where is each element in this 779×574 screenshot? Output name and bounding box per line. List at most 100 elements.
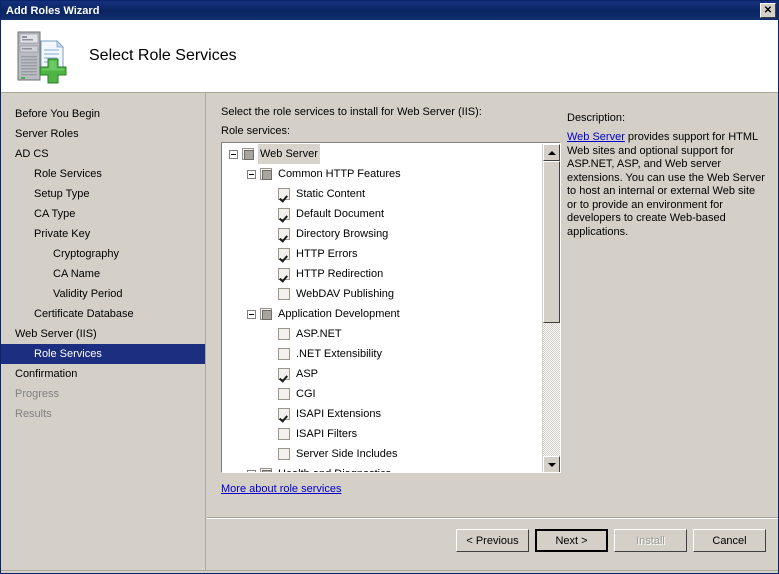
treeview-row[interactable]: Application Development [223,304,543,324]
treeview-row[interactable]: CGI [223,384,543,404]
sidebar-item-confirmation[interactable]: Confirmation [1,364,205,384]
checkbox-partial-icon[interactable] [260,308,272,320]
treeview-row-label: Static Content [294,184,367,204]
role-services-treeview[interactable]: Web ServerCommon HTTP FeaturesStatic Con… [221,142,561,473]
treeview-row-label: HTTP Errors [294,244,360,264]
tree-spacer [265,190,274,199]
sidebar-item-label: Certificate Database [34,308,134,320]
previous-button[interactable]: < Previous [456,529,529,552]
sidebar-item-label: CA Type [34,208,75,220]
sidebar-item-validity-period[interactable]: Validity Period [1,284,205,304]
scrollbar-track[interactable] [543,161,560,456]
sidebar-item-label: Before You Begin [15,108,100,120]
checkbox-unchecked-icon[interactable] [278,328,290,340]
button-label: Install [636,535,665,547]
treeview-row-label: Default Document [294,204,386,224]
checkbox-checked-icon[interactable] [278,248,290,260]
treeview-row[interactable]: Server Side Includes [223,444,543,464]
collapse-minus-icon[interactable] [229,150,238,159]
checkbox-checked-icon[interactable] [278,268,290,280]
treeview-row[interactable]: WebDAV Publishing [223,284,543,304]
sidebar-item-private-key[interactable]: Private Key [1,224,205,244]
treeview-items: Web ServerCommon HTTP FeaturesStatic Con… [223,144,543,473]
sidebar-item-label: Progress [15,388,59,400]
sidebar-item-server-roles[interactable]: Server Roles [1,124,205,144]
treeview-scrollbar[interactable] [542,144,559,473]
arrow-up-icon[interactable] [543,144,560,161]
treeview-row[interactable]: Health and Diagnostics [223,464,543,473]
collapse-minus-icon[interactable] [247,170,256,179]
checkbox-checked-icon[interactable] [278,188,290,200]
sidebar-item-certificate-database[interactable]: Certificate Database [1,304,205,324]
tree-spacer [265,270,274,279]
treeview-row-label: Server Side Includes [294,444,400,464]
description-title: Description: [567,112,767,124]
sidebar-item-label: Role Services [34,168,102,180]
tree-spacer [265,430,274,439]
checkbox-unchecked-icon[interactable] [278,388,290,400]
sidebar-item-role-services[interactable]: Role Services [1,164,205,184]
treeview-row-label: .NET Extensibility [294,344,384,364]
checkbox-unchecked-icon[interactable] [278,288,290,300]
sidebar-item-label: Server Roles [15,128,79,140]
checkbox-unchecked-icon[interactable] [278,428,290,440]
treeview-row[interactable]: Static Content [223,184,543,204]
checkbox-checked-icon[interactable] [278,368,290,380]
sidebar-item-role-services[interactable]: Role Services [1,344,205,364]
treeview-row-label: ASP [294,364,320,384]
sidebar-item-ad-cs[interactable]: AD CS [1,144,205,164]
sidebar-item-ca-type[interactable]: CA Type [1,204,205,224]
wizard-header: Select Role Services [1,20,778,93]
checkbox-checked-icon[interactable] [278,228,290,240]
checkbox-unchecked-icon[interactable] [278,448,290,460]
tree-spacer [265,230,274,239]
checkbox-partial-icon[interactable] [260,168,272,180]
treeview-row[interactable]: Default Document [223,204,543,224]
window-titlebar[interactable]: Add Roles Wizard ✕ [1,1,778,20]
sidebar-item-before-you-begin[interactable]: Before You Begin [1,104,205,124]
page-title: Select Role Services [89,47,237,65]
arrow-down-icon[interactable] [543,456,560,473]
sidebar-item-results[interactable]: Results [1,404,205,424]
treeview-row[interactable]: Web Server [223,144,543,164]
treeview-row[interactable]: ISAPI Filters [223,424,543,444]
sidebar-item-web-server-iis[interactable]: Web Server (IIS) [1,324,205,344]
tree-spacer [265,350,274,359]
treeview-row[interactable]: ASP.NET [223,324,543,344]
sidebar-item-ca-name[interactable]: CA Name [1,264,205,284]
checkbox-unchecked-icon[interactable] [278,348,290,360]
checkbox-checked-icon[interactable] [278,408,290,420]
wizard-footer: < Previous Next > Install Cancel [207,519,778,574]
more-about-role-services-link[interactable]: More about role services [221,483,341,495]
sidebar-item-setup-type[interactable]: Setup Type [1,184,205,204]
treeview-row-label: HTTP Redirection [294,264,385,284]
treeview-row[interactable]: .NET Extensibility [223,344,543,364]
treeview-row[interactable]: HTTP Errors [223,244,543,264]
tree-spacer [265,330,274,339]
sidebar-item-label: Validity Period [53,288,123,300]
sidebar-item-cryptography[interactable]: Cryptography [1,244,205,264]
cancel-button[interactable]: Cancel [693,529,766,552]
scrollbar-thumb[interactable] [543,161,560,323]
treeview-row[interactable]: Directory Browsing [223,224,543,244]
treeview-row-label: ISAPI Extensions [294,404,383,424]
wizard-step-nav: Before You Begin Server Roles AD CS Role Se… [1,93,205,574]
close-icon[interactable]: ✕ [760,3,776,18]
treeview-row[interactable]: Common HTTP Features [223,164,543,184]
next-button[interactable]: Next > [535,529,608,552]
sidebar-item-label: Role Services [34,348,102,360]
server-add-role-icon [13,27,71,85]
checkbox-partial-icon[interactable] [260,468,272,473]
treeview-row-label: WebDAV Publishing [294,284,396,304]
treeview-row[interactable]: ASP [223,364,543,384]
collapse-minus-icon[interactable] [247,310,256,319]
web-server-link[interactable]: Web Server [567,131,625,143]
sidebar-item-progress[interactable]: Progress [1,384,205,404]
treeview-row[interactable]: ISAPI Extensions [223,404,543,424]
collapse-minus-icon[interactable] [247,470,256,474]
role-services-label: Role services: [221,125,290,137]
checkbox-partial-icon[interactable] [242,148,254,160]
checkbox-checked-icon[interactable] [278,208,290,220]
sidebar-item-label: Private Key [34,228,90,240]
treeview-row[interactable]: HTTP Redirection [223,264,543,284]
